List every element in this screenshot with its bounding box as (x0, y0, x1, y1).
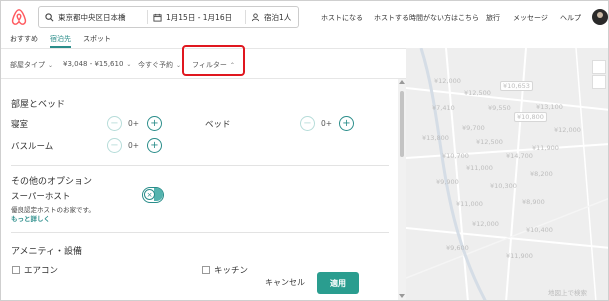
filter-instant-book[interactable]: 今すぐ予約 ⌄ (138, 60, 181, 70)
amenities-section-title: アメニティ・設備 (11, 247, 83, 257)
search-divider (147, 10, 148, 24)
search-bar[interactable]: 東京都中央区日本橋 1月15日 - 1月16日 宿泊1人 (38, 6, 299, 28)
bedrooms-count: 0+ (128, 119, 140, 128)
bathrooms-increment-button[interactable]: + (147, 138, 162, 153)
nav-host[interactable]: ホストになる (321, 1, 363, 34)
scroll-down-arrow-icon[interactable] (399, 294, 405, 298)
map-price-pin[interactable]: ¥12,000 (472, 220, 499, 228)
tab-stays[interactable]: 宿泊先 (50, 34, 71, 48)
map-price-pin[interactable]: ¥8,200 (530, 170, 553, 178)
kitchen-checkbox[interactable] (202, 266, 210, 274)
aircon-label: エアコン (24, 266, 59, 276)
filter-room-type[interactable]: 部屋タイプ ⌄ (10, 60, 53, 70)
highlight-box (182, 45, 245, 76)
location-field[interactable]: 東京都中央区日本橋 (45, 7, 126, 27)
airbnb-logo-icon[interactable] (10, 8, 28, 26)
map-price-pin[interactable]: ¥10,400 (526, 226, 553, 234)
map-price-pin[interactable]: ¥9,700 (462, 124, 485, 132)
filter-price-label: ¥3,048 - ¥15,610 (63, 60, 124, 68)
map-price-pin[interactable]: ¥11,000 (456, 200, 483, 208)
search-divider (245, 10, 246, 24)
map[interactable]: ¥12,000 ¥10,653 ¥12,500 ¥7,410 ¥9,550 ¥1… (406, 48, 608, 300)
close-icon: × (144, 189, 155, 200)
avatar[interactable] (592, 9, 608, 25)
tab-recommended[interactable]: おすすめ (10, 34, 38, 47)
map-price-pin[interactable]: ¥12,000 (434, 77, 461, 85)
map-price-pin[interactable]: ¥9,550 (488, 104, 511, 112)
map-price-pin[interactable]: ¥9,900 (436, 178, 459, 186)
map-price-pin[interactable]: ¥14,700 (506, 152, 533, 160)
superhost-label: スーパーホスト (11, 192, 71, 202)
map-price-pin[interactable]: ¥13,100 (536, 103, 563, 111)
bathrooms-label: バスルーム (11, 142, 54, 152)
category-tabs: おすすめ 宿泊先 スポット (1, 34, 608, 48)
map-price-pin[interactable]: ¥7,410 (432, 104, 455, 112)
superhost-toggle[interactable]: × (142, 187, 164, 203)
calendar-icon (153, 13, 162, 22)
map-price-pin[interactable]: ¥10,800 (514, 112, 547, 122)
header: 東京都中央区日本橋 1月15日 - 1月16日 宿泊1人 ホストになる ホストす… (1, 1, 608, 34)
map-zoom-in-button[interactable] (592, 60, 606, 74)
bathrooms-count: 0+ (128, 141, 140, 150)
learn-more-link[interactable]: もっと詳しく (11, 213, 50, 223)
cancel-button[interactable]: キャンセル (265, 277, 305, 288)
rooms-section-title: 部屋とベッド (11, 100, 66, 110)
filter-instant-book-label: 今すぐ予約 (138, 61, 173, 69)
person-icon (251, 12, 260, 21)
map-price-pin[interactable]: ¥12,500 (476, 138, 503, 146)
beds-decrement-button[interactable]: − (300, 116, 315, 131)
search-icon (45, 12, 54, 21)
options-section-title: その他のオプション (11, 177, 93, 187)
bedrooms-label: 寝室 (11, 120, 29, 130)
beds-label: ベッド (205, 120, 231, 130)
guests-field[interactable]: 宿泊1人 (251, 7, 291, 27)
map-price-pin[interactable]: ¥8,900 (522, 198, 545, 206)
beds-increment-button[interactable]: + (339, 116, 354, 131)
nav-messages[interactable]: メッセージ (513, 1, 548, 34)
tab-spots[interactable]: スポット (83, 34, 111, 47)
location-text: 東京都中央区日本橋 (58, 12, 126, 22)
filter-price[interactable]: ¥3,048 - ¥15,610 ⌄ (63, 60, 131, 68)
map-price-pin[interactable]: ¥11,900 (532, 144, 559, 152)
map-price-pin[interactable]: ¥11,900 (506, 252, 533, 260)
apply-button[interactable]: 適用 (317, 272, 359, 294)
app-window: 東京都中央区日本橋 1月15日 - 1月16日 宿泊1人 ホストになる ホストす… (0, 0, 609, 301)
bedrooms-decrement-button[interactable]: − (107, 116, 122, 131)
map-price-pin[interactable]: ¥10,300 (490, 182, 517, 190)
map-price-pin[interactable]: ¥10,653 (500, 81, 533, 91)
scrollbar-thumb[interactable] (400, 91, 404, 157)
filter-room-type-label: 部屋タイプ (10, 61, 45, 69)
dates-field[interactable]: 1月15日 - 1月16日 (153, 7, 232, 27)
bedrooms-increment-button[interactable]: + (147, 116, 162, 131)
map-zoom-out-button[interactable] (592, 75, 606, 89)
nav-host-no-time[interactable]: ホストする時間がない方はこちら (374, 1, 479, 34)
toggle-track (154, 188, 163, 201)
section-divider (11, 232, 389, 233)
bathrooms-decrement-button[interactable]: − (107, 138, 122, 153)
aircon-checkbox[interactable] (12, 266, 20, 274)
kitchen-label: キッチン (214, 266, 249, 276)
map-price-pin[interactable]: ¥10,700 (442, 152, 469, 160)
map-price-pin[interactable]: ¥13,800 (422, 134, 449, 142)
map-price-pin[interactable]: ¥12,000 (554, 126, 581, 134)
guests-text: 宿泊1人 (264, 12, 292, 22)
dates-text: 1月15日 - 1月16日 (166, 12, 233, 22)
nav-help[interactable]: ヘルプ (560, 1, 581, 34)
chevron-down-icon: ⌄ (176, 62, 182, 69)
map-price-pin[interactable]: ¥11,000 (466, 164, 493, 172)
section-divider (11, 165, 389, 166)
map-search-toggle[interactable]: 地図上で検索 (548, 287, 587, 297)
map-price-pin[interactable]: ¥12,500 (464, 89, 491, 97)
nav-trips[interactable]: 旅行 (486, 1, 500, 34)
map-price-pin[interactable]: ¥9,600 (446, 244, 469, 252)
chevron-down-icon: ⌄ (126, 61, 132, 68)
scroll-up-arrow-icon[interactable] (399, 80, 405, 84)
chevron-down-icon: ⌄ (48, 62, 54, 69)
beds-count: 0+ (321, 119, 333, 128)
